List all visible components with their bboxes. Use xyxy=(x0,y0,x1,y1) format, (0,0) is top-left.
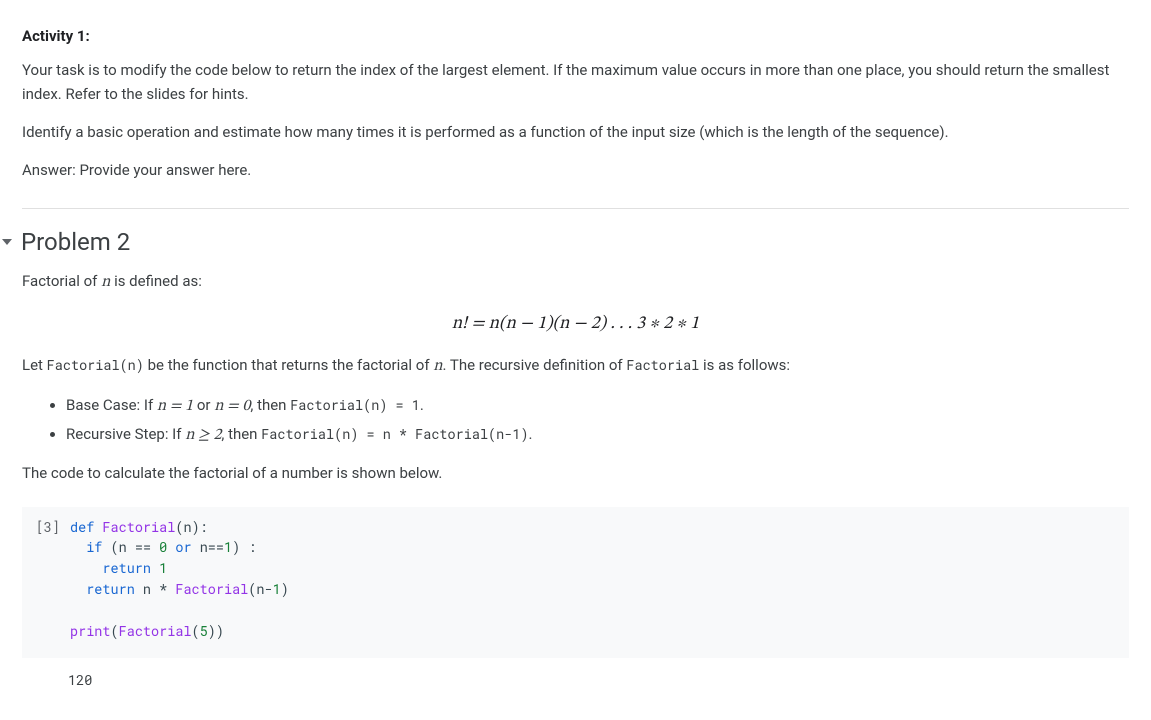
tok-n1: n xyxy=(183,518,191,536)
tok-n2: n xyxy=(119,538,127,556)
tok-lp4: ( xyxy=(111,622,119,640)
rec-code: Factorial(n) = n * Factorial(n-1) xyxy=(261,425,528,443)
tok-five: 5 xyxy=(200,622,208,640)
tok-if: if xyxy=(86,538,102,556)
tok-lp2: ( xyxy=(111,538,119,556)
tok-colon1: : xyxy=(200,518,208,536)
base-case-item: Base Case: If n = 1 or n = 0, then Facto… xyxy=(66,393,1129,420)
tok-n5: n xyxy=(256,580,264,598)
tok-minus: - xyxy=(265,580,273,598)
tok-eq2: == xyxy=(208,538,224,556)
base-math-n0: n = 0 xyxy=(214,398,250,414)
tok-rp5: ) xyxy=(216,622,224,640)
tok-n3: n xyxy=(200,538,208,556)
base-prefix: Base Case: If xyxy=(66,396,157,414)
definition-list: Base Case: If n = 1 or n = 0, then Facto… xyxy=(22,393,1129,448)
intro-var-n: n xyxy=(101,274,110,290)
activity-1-heading: Activity 1: xyxy=(22,24,1129,48)
let-paragraph: Let Factorial(n) be the function that re… xyxy=(22,353,1129,380)
tok-rp2: ) xyxy=(232,538,240,556)
tok-return1: return xyxy=(102,559,151,577)
rec-prefix: Recursive Step: If xyxy=(66,425,185,443)
tok-lp5: ( xyxy=(192,622,200,640)
tok-colon2: : xyxy=(248,538,256,556)
section-toggle[interactable]: Problem 2 xyxy=(2,223,1129,261)
code-editor[interactable]: def Factorial(n): if (n == 0 or n==1) : … xyxy=(68,513,297,653)
formula-lhs: n! = xyxy=(452,315,489,333)
problem-2-section: Problem 2 Factorial of n is defined as: … xyxy=(22,208,1129,485)
let-p1: Let xyxy=(22,356,47,374)
code-output: 120 xyxy=(68,670,92,692)
problem-2-title: Problem 2 xyxy=(21,223,130,261)
closing-line: The code to calculate the factorial of a… xyxy=(22,461,1129,485)
base-or: or xyxy=(193,396,214,414)
activity-1-identify: Identify a basic operation and estimate … xyxy=(22,120,1129,144)
tok-fn-def: Factorial xyxy=(102,518,175,536)
factorial-intro: Factorial of n is defined as: xyxy=(22,269,1129,296)
formula-rhs: n(n − 1)(n − 2) . . . 3 ∗ 2 ∗ 1 xyxy=(489,315,700,333)
chevron-down-icon xyxy=(2,239,12,245)
intro-prefix: Factorial of xyxy=(22,272,101,290)
tok-def: def xyxy=(70,518,94,536)
tok-rp4: ) xyxy=(208,622,216,640)
tok-eq1: == xyxy=(135,538,151,556)
rec-then: , then xyxy=(221,425,261,443)
tok-fn-call1: Factorial xyxy=(175,580,248,598)
tok-print: print xyxy=(70,622,111,640)
tok-zero: 0 xyxy=(159,538,167,556)
tok-rp3: ) xyxy=(281,580,289,598)
execution-count: [3] xyxy=(22,513,68,539)
let-code-factorial-n: Factorial(n) xyxy=(47,356,144,374)
tok-fn-call2: Factorial xyxy=(119,622,192,640)
formula-lhs-text: n! = xyxy=(452,315,489,333)
tok-one1: 1 xyxy=(224,538,232,556)
code-output-row: 120 xyxy=(22,658,1129,692)
base-code: Factorial(n) = 1 xyxy=(290,396,420,414)
let-p4: is as follows: xyxy=(699,356,790,374)
tok-return2: return xyxy=(86,580,135,598)
intro-suffix: is defined as: xyxy=(110,272,202,290)
tok-rp1: ) xyxy=(192,518,200,536)
factorial-formula: n! = n(n − 1)(n − 2) . . . 3 ∗ 2 ∗ 1 xyxy=(22,310,1129,339)
activity-1: Activity 1: Your task is to modify the c… xyxy=(22,24,1129,182)
tok-one3: 1 xyxy=(273,580,281,598)
base-then: , then xyxy=(250,396,290,414)
recursive-step-item: Recursive Step: If n ≥ 2, then Factorial… xyxy=(66,422,1129,449)
activity-1-task: Your task is to modify the code below to… xyxy=(22,58,1129,106)
rec-period: . xyxy=(529,425,533,443)
code-cell: [3] def Factorial(n): if (n == 0 or n==1… xyxy=(22,507,1129,692)
tok-n4: n xyxy=(143,580,151,598)
let-code-factorial: Factorial xyxy=(626,356,699,374)
let-var-n: n xyxy=(433,358,442,374)
tok-or: or xyxy=(175,538,191,556)
rec-math: n ≥ 2 xyxy=(185,427,221,443)
activity-1-answer: Answer: Provide your answer here. xyxy=(22,158,1129,182)
let-p3: . The recursive definition of xyxy=(443,356,627,374)
tok-star: * xyxy=(159,580,167,598)
base-math-n1: n = 1 xyxy=(157,398,193,414)
let-p2: be the function that returns the factori… xyxy=(144,356,433,374)
base-period: . xyxy=(420,396,424,414)
tok-one2: 1 xyxy=(159,559,167,577)
code-input-row: [3] def Factorial(n): if (n == 0 or n==1… xyxy=(22,507,1129,659)
